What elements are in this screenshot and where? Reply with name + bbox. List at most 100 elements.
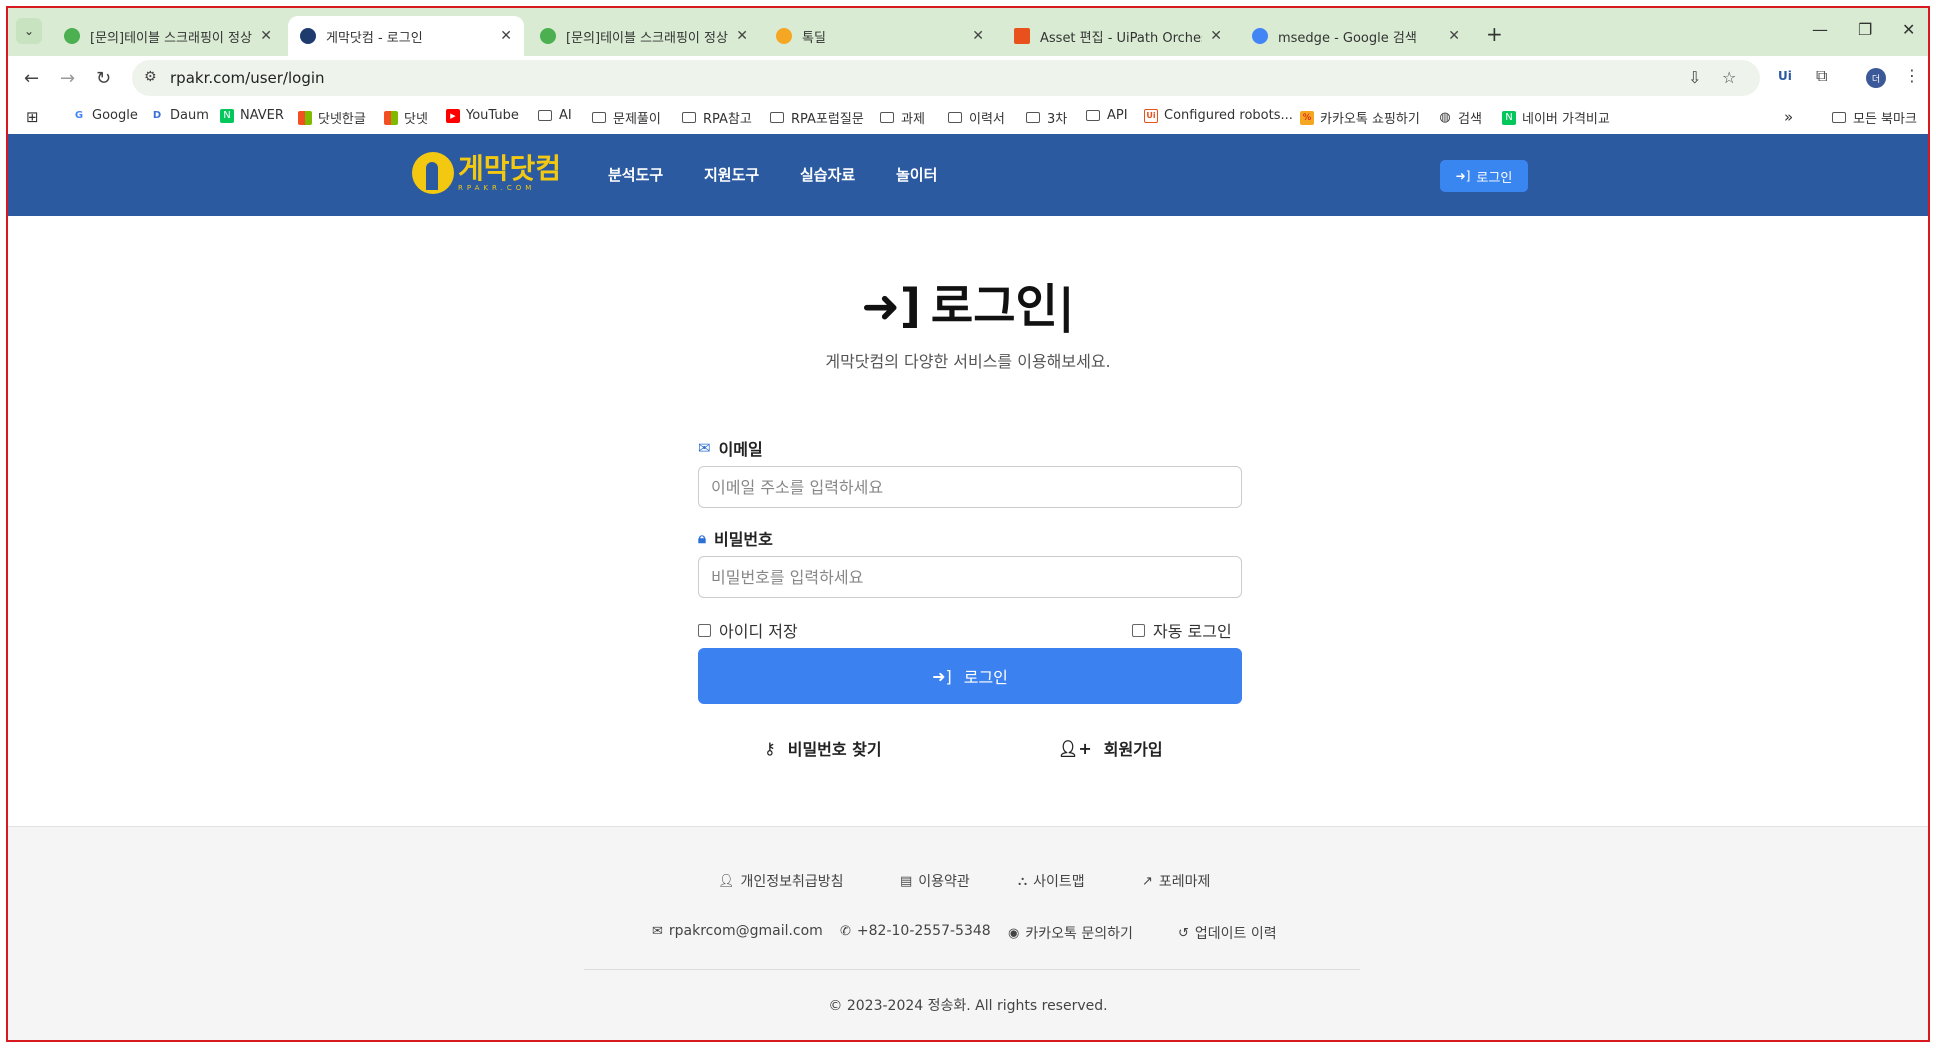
- folder-icon: [880, 112, 894, 123]
- folder-icon: [592, 112, 606, 123]
- nav-practice-materials[interactable]: 실습자료: [800, 164, 855, 185]
- site-header: 게막닷컴 RPAKR.COM 분석도구 지원도구 실습자료 놀이터 ➜] 로그인: [8, 134, 1928, 216]
- profile-avatar[interactable]: 더: [1866, 68, 1886, 88]
- footer-privacy-link[interactable]: 👤︎ 개인정보취급방침: [718, 871, 844, 891]
- checkbox-box[interactable]: [1132, 623, 1145, 637]
- user-shield-icon: 👤︎: [718, 873, 735, 889]
- tab-forum-2[interactable]: [문의]테이블 스크래핑이 정상적 ✕: [528, 16, 760, 56]
- bookmark-star-icon[interactable]: ☆: [1722, 68, 1736, 87]
- checkbox-box[interactable]: [698, 623, 711, 637]
- bookmark-naver-price[interactable]: N 네이버 가격비교: [1502, 108, 1610, 127]
- footer-phone[interactable]: ✆ +82-10-2557-5348: [840, 923, 991, 939]
- tab-title: Asset 편집 - UiPath Orchestrat: [1040, 30, 1202, 46]
- address-bar[interactable]: ⚙ rpakr.com/user/login ⇩ ☆: [132, 60, 1760, 96]
- login-submit-button[interactable]: ➜] 로그인: [698, 648, 1242, 704]
- bookmark-dotnet-kr[interactable]: 닷넷한글: [298, 108, 366, 127]
- bookmark-google[interactable]: G Google: [72, 108, 138, 123]
- footer-divider: [584, 969, 1360, 970]
- footer-terms-link[interactable]: ▤ 이용약관: [900, 871, 970, 891]
- password-field[interactable]: [698, 556, 1242, 598]
- url-text[interactable]: rpakr.com/user/login: [170, 69, 325, 87]
- folder-icon: [1832, 112, 1846, 123]
- folder-icon: [682, 112, 696, 123]
- naver-icon: N: [1502, 110, 1516, 125]
- phone-icon: ✆: [840, 923, 851, 939]
- footer-sitemap-link[interactable]: ⛬ 사이트맵: [1018, 871, 1085, 891]
- close-tab-icon[interactable]: ✕: [260, 28, 272, 44]
- minimize-icon[interactable]: —: [1812, 20, 1828, 39]
- bookmark-daum[interactable]: D Daum: [150, 108, 209, 123]
- logo-subtext: RPAKR.COM: [458, 184, 536, 192]
- uipath-favicon-icon: [1014, 28, 1030, 44]
- all-bookmarks[interactable]: 모든 북마크: [1832, 108, 1917, 127]
- folder-icon: [538, 110, 552, 121]
- back-icon[interactable]: ←: [24, 68, 39, 89]
- page-subtitle: 게막닷컴의 다양한 서비스를 이용해보세요.: [825, 352, 1111, 371]
- nav-playground[interactable]: 놀이터: [896, 164, 937, 185]
- close-tab-icon[interactable]: ✕: [972, 28, 984, 44]
- tab-tokdeal[interactable]: 톡딜 ✕: [764, 16, 996, 56]
- close-tab-icon[interactable]: ✕: [1210, 28, 1222, 44]
- footer-updates-link[interactable]: ↺ 업데이트 이력: [1178, 923, 1277, 943]
- bookmark-folder-tasks[interactable]: 과제: [880, 108, 925, 127]
- forward-icon[interactable]: →: [60, 68, 75, 89]
- bookmark-folder-api[interactable]: API: [1086, 108, 1128, 123]
- close-tab-icon[interactable]: ✕: [500, 28, 512, 44]
- tab-uipath[interactable]: Asset 편집 - UiPath Orchestrat ✕: [1002, 16, 1234, 56]
- site-footer: 👤︎ 개인정보취급방침 ▤ 이용약관 ⛬ 사이트맵 ↗ 포레마제 ✉ rpakrcom@g…: [8, 826, 1928, 1040]
- more-bookmarks-icon[interactable]: »: [1784, 108, 1793, 126]
- auto-login-checkbox[interactable]: 자동 로그인: [1132, 618, 1232, 642]
- bookmark-kakao-shopping[interactable]: % 카카오톡 쇼핑하기: [1300, 108, 1420, 127]
- bookmark-folder-ai[interactable]: AI: [538, 108, 572, 123]
- bookmark-naver[interactable]: N NAVER: [220, 108, 284, 123]
- header-login-button[interactable]: ➜] 로그인: [1440, 160, 1528, 192]
- email-field[interactable]: [698, 466, 1242, 508]
- nav-support-tools[interactable]: 지원도구: [704, 164, 759, 185]
- tab-forum-1[interactable]: [문의]테이블 스크래핑이 정상적 ✕: [52, 16, 284, 56]
- daum-icon: D: [152, 110, 162, 121]
- tab-title: 톡딜: [802, 30, 826, 46]
- email-label: ✉ 이메일: [698, 439, 763, 459]
- bookmark-dotnet[interactable]: 닷넷: [384, 108, 428, 127]
- install-icon[interactable]: ⇩: [1688, 68, 1701, 87]
- browser-toolbar: ← → ↻ ⚙ rpakr.com/user/login ⇩ ☆ Ui ⧉ 더 …: [8, 56, 1928, 102]
- bookmark-youtube[interactable]: ▶ YouTube: [446, 108, 519, 123]
- google-icon: G: [74, 110, 84, 121]
- bookmark-folder-resume[interactable]: 이력서: [948, 108, 1005, 127]
- tab-strip: ⌄ [문의]테이블 스크래핑이 정상적 ✕ 게막닷컴 - 로그인 ✕ [문의]테…: [8, 8, 1928, 56]
- more-menu-icon[interactable]: ⋮: [1904, 66, 1920, 85]
- tab-search-button[interactable]: ⌄: [16, 18, 42, 44]
- logo-mark-icon: [412, 152, 454, 194]
- find-password-link[interactable]: ⚷ 비밀번호 찾기: [764, 736, 882, 760]
- bookmark-folder-rpa-ref[interactable]: RPA참고: [682, 108, 752, 127]
- apps-icon[interactable]: ⊞: [26, 108, 39, 126]
- bookmark-folder-rpa-forum[interactable]: RPA포럼질문: [770, 108, 864, 127]
- new-tab-icon[interactable]: +: [1486, 22, 1503, 46]
- close-window-icon[interactable]: ✕: [1902, 20, 1915, 39]
- bookmark-folder-problems[interactable]: 문제풀이: [592, 108, 661, 127]
- remember-id-checkbox[interactable]: 아이디 저장: [698, 618, 798, 642]
- uipath-extension-icon[interactable]: Ui: [1778, 69, 1792, 83]
- close-tab-icon[interactable]: ✕: [736, 28, 748, 44]
- site-info-icon[interactable]: ⚙: [144, 69, 157, 85]
- signup-link[interactable]: 👤︎+ 회원가입: [1058, 736, 1163, 760]
- password-label: 🔒︎ 비밀번호: [698, 529, 773, 549]
- tab-login[interactable]: 게막닷컴 - 로그인 ✕: [288, 16, 524, 56]
- bookmark-search[interactable]: ◍ 검색: [1438, 108, 1482, 127]
- restore-icon[interactable]: ❐: [1858, 20, 1872, 39]
- forum-favicon-icon: [540, 28, 556, 44]
- footer-external-link[interactable]: ↗ 포레마제: [1142, 871, 1210, 891]
- reload-icon[interactable]: ↻: [96, 68, 111, 89]
- footer-kakao-link[interactable]: ◉ 카카오톡 문의하기: [1008, 923, 1133, 943]
- bookmark-uipath[interactable]: Ui Configured robots...: [1144, 108, 1293, 123]
- nav-analysis-tools[interactable]: 분석도구: [608, 164, 663, 185]
- tab-google[interactable]: msedge - Google 검색 ✕: [1240, 16, 1472, 56]
- site-logo[interactable]: 게막닷컴 RPAKR.COM: [412, 152, 561, 194]
- uipath-icon: Ui: [1144, 108, 1158, 123]
- tab-title: [문의]테이블 스크래핑이 정상적: [566, 30, 729, 46]
- extensions-icon[interactable]: ⧉: [1816, 66, 1827, 86]
- tokdeal-favicon-icon: [776, 28, 792, 44]
- close-tab-icon[interactable]: ✕: [1448, 28, 1460, 44]
- footer-email[interactable]: ✉ rpakrcom@gmail.com: [652, 923, 823, 939]
- bookmark-folder-3rd[interactable]: 3차: [1026, 108, 1067, 127]
